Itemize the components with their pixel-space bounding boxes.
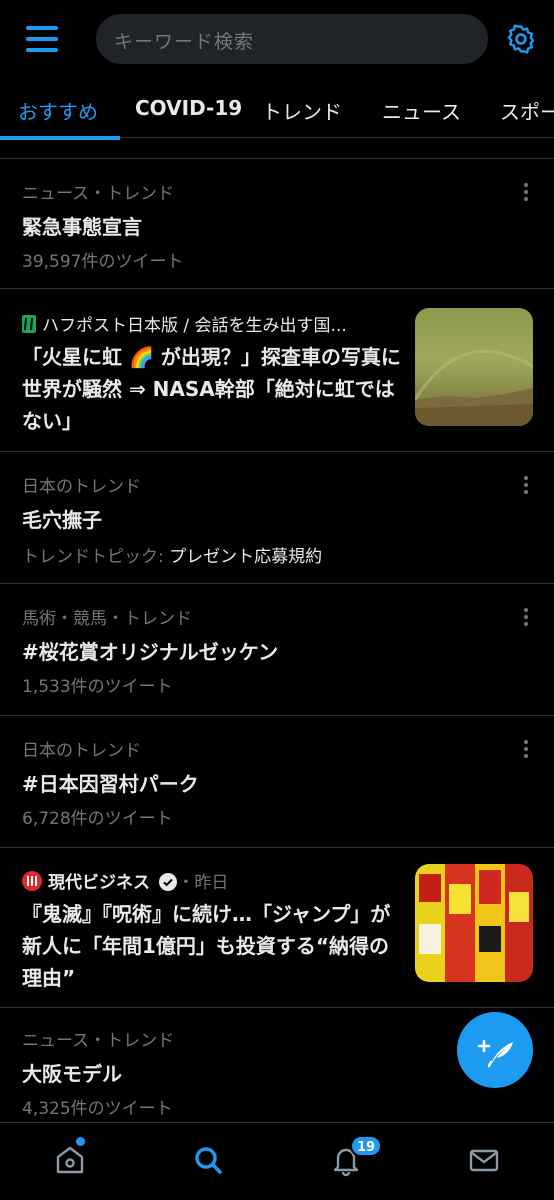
- trending-topic-label: トレンドトピック:: [22, 547, 170, 567]
- tweet-count: 4,325件のツイート: [22, 1099, 173, 1119]
- more-options-icon[interactable]: [524, 183, 530, 203]
- mars-rainbow-photo[interactable]: [415, 308, 533, 426]
- trend-title: 毛穴撫子: [22, 508, 102, 532]
- news-time: ・昨日: [177, 873, 229, 893]
- trend-context: 日本のトレンド: [22, 477, 141, 497]
- gendai-logo-icon: [22, 871, 42, 891]
- news-title: 『鬼滅』『呪術』に続け…「ジャンプ」が新人に「年間1億円」も投資する“納得の理由…: [22, 902, 391, 990]
- bottom-nav: 19: [0, 1122, 554, 1200]
- tweet-count: 39,597件のツイート: [22, 252, 184, 272]
- trend-context: 日本のトレンド: [22, 741, 141, 761]
- trend-title: 緊急事態宣言: [22, 215, 142, 239]
- tweet-count: 6,728件のツイート: [22, 809, 173, 829]
- trend-title: #日本因習村パーク: [22, 772, 199, 796]
- tab-recommended[interactable]: おすすめ: [18, 96, 98, 125]
- news-item[interactable]: 現代ビジネス ・昨日 『鬼滅』『呪術』に続け…「ジャンプ」が新人に「年間1億円」…: [0, 847, 554, 1007]
- trend-context: ニュース・トレンド: [22, 1031, 175, 1051]
- news-source: 現代ビジネス ・昨日: [22, 868, 228, 893]
- news-source-name: 現代ビジネス: [48, 873, 150, 893]
- tab-trends[interactable]: トレンド: [262, 96, 342, 125]
- trend-title: #桜花賞オリジナルゼッケン: [22, 640, 279, 664]
- trend-item[interactable]: 日本のトレンド #日本因習村パーク 6,728件のツイート: [0, 715, 554, 847]
- tab-sports[interactable]: スポー: [500, 96, 554, 125]
- trend-context: 馬術・競馬・トレンド: [22, 609, 192, 629]
- tab-news[interactable]: ニュース: [382, 96, 461, 125]
- tab-bar: おすすめ COVID-19 トレンド ニュース スポー: [0, 80, 554, 138]
- search-icon[interactable]: [191, 1143, 225, 1177]
- news-source: ハフポスト日本版 / 会話を生み出す国...: [22, 311, 347, 336]
- jump-magazine-covers[interactable]: [415, 864, 533, 982]
- home-icon[interactable]: [53, 1143, 87, 1177]
- news-title: 「火星に虹 🌈 が出現？」探査車の写真に世界が騒然 ⇒ NASA幹部「絶対に虹で…: [22, 345, 401, 433]
- trending-topic: トレンドトピック: プレゼント応募規約: [22, 542, 322, 567]
- trend-item[interactable]: ニュース・トレンド 緊急事態宣言 39,597件のツイート: [0, 158, 554, 288]
- mail-icon[interactable]: [467, 1143, 501, 1177]
- search-placeholder: キーワード検索: [114, 31, 255, 53]
- compose-tweet-button[interactable]: [457, 1012, 533, 1088]
- search-input[interactable]: キーワード検索: [96, 14, 488, 64]
- compose-tweet-icon: [477, 1039, 513, 1068]
- verified-badge-icon: [159, 873, 178, 891]
- tweet-count: 1,533件のツイート: [22, 677, 173, 697]
- more-options-icon[interactable]: [524, 740, 530, 760]
- top-bar: キーワード検索: [0, 0, 554, 78]
- gear-icon[interactable]: [505, 23, 537, 55]
- more-options-icon[interactable]: [524, 476, 530, 496]
- news-item[interactable]: ハフポスト日本版 / 会話を生み出す国... 「火星に虹 🌈 が出現？」探査車の…: [0, 288, 554, 451]
- notification-badge: 19: [350, 1135, 383, 1157]
- trend-context: ニュース・トレンド: [22, 184, 175, 204]
- trend-title: 大阪モデル: [22, 1062, 122, 1086]
- trend-item[interactable]: 馬術・競馬・トレンド #桜花賞オリジナルゼッケン 1,533件のツイート: [0, 583, 554, 715]
- tab-covid19[interactable]: COVID-19: [135, 96, 242, 120]
- more-options-icon[interactable]: [524, 608, 530, 628]
- news-source-name: ハフポスト日本版 / 会話を生み出す国...: [42, 316, 347, 336]
- trend-item[interactable]: 日本のトレンド 毛穴撫子 トレンドトピック: プレゼント応募規約: [0, 451, 554, 583]
- huffpost-logo-icon: [22, 315, 36, 333]
- active-tab-indicator: [0, 136, 120, 140]
- hamburger-menu-icon[interactable]: [26, 24, 60, 54]
- trending-topic-value: プレゼント応募規約: [169, 547, 323, 567]
- home-new-dot: [76, 1137, 85, 1146]
